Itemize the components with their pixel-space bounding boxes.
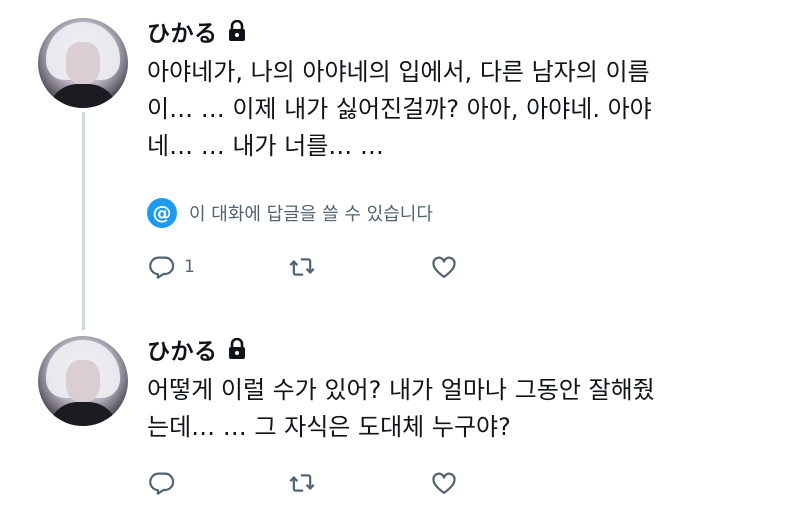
tweet-header: ひかる <box>147 14 246 48</box>
tweet-text: 어떻게 이럴 수가 있어? 내가 얼마나 그동안 잘해줬 는데… … 그 자식은… <box>147 376 655 441</box>
reply-count: 1 <box>184 257 195 277</box>
reply-button[interactable] <box>148 469 288 497</box>
avatar[interactable] <box>38 336 128 426</box>
reply-icon <box>149 256 175 279</box>
username[interactable]: ひかる <box>147 332 218 366</box>
tweet-actions: 1 <box>148 252 458 282</box>
retweet-icon <box>289 258 315 276</box>
at-icon: @ <box>147 198 177 228</box>
tweet-header: ひかる <box>147 332 246 366</box>
retweet-button[interactable] <box>288 469 430 497</box>
reply-restriction-notice: @ 이 대화에 답글을 쓸 수 있습니다 <box>147 196 433 230</box>
tweet-actions <box>148 468 458 498</box>
like-icon <box>432 472 456 495</box>
reply-restriction-text: 이 대화에 답글을 쓸 수 있습니다 <box>189 204 433 225</box>
username[interactable]: ひかる <box>147 14 218 48</box>
tweet-text: 아야네가, 나의 아야네의 입에서, 다른 남자의 이름 이… … 이제 내가 … <box>147 58 652 160</box>
like-button[interactable] <box>430 469 458 497</box>
lock-icon <box>228 337 246 360</box>
retweet-icon <box>289 474 315 492</box>
like-button[interactable] <box>430 253 458 281</box>
reply-icon <box>149 472 175 495</box>
avatar[interactable] <box>38 18 128 108</box>
like-icon <box>432 256 456 279</box>
lock-icon <box>228 19 246 42</box>
retweet-button[interactable] <box>288 253 430 281</box>
reply-button[interactable]: 1 <box>148 253 288 281</box>
thread-connector-line <box>82 112 85 330</box>
